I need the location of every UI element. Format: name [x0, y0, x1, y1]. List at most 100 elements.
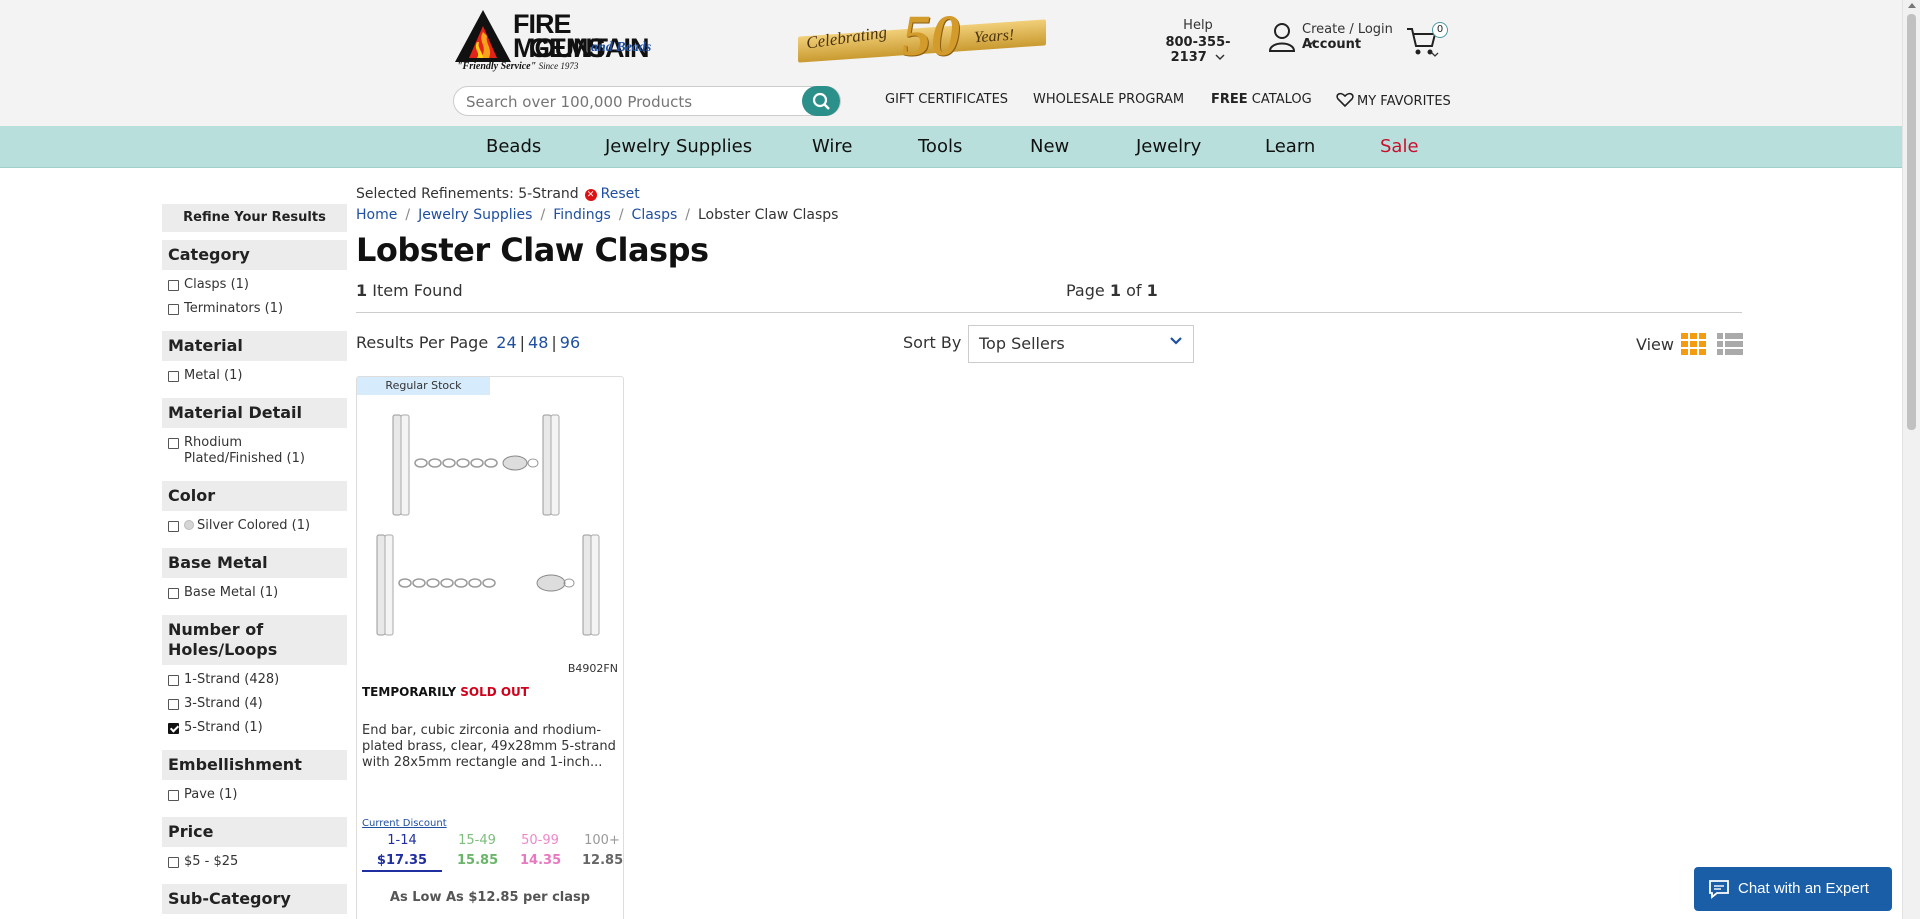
facet-option-5-strand[interactable]: 5-Strand (1) — [168, 720, 341, 736]
breadcrumb-findings[interactable]: Findings — [553, 207, 611, 223]
nav-sale[interactable]: Sale — [1380, 136, 1419, 157]
selected-refinements-label: Selected Refinements: — [356, 186, 514, 202]
checkbox[interactable] — [168, 699, 179, 710]
cart-count-badge: 0 — [1432, 22, 1448, 38]
results-main: Selected Refinements: 5-Strand ✕ Reset Hom… — [356, 186, 1743, 375]
nav-jewelry-supplies[interactable]: Jewelry Supplies — [605, 136, 752, 157]
breadcrumb-home[interactable]: Home — [356, 207, 397, 223]
checkbox[interactable] — [168, 521, 179, 532]
facet-title-material[interactable]: Material — [162, 331, 347, 361]
checkbox[interactable] — [168, 790, 179, 801]
facet-title-base-metal[interactable]: Base Metal — [162, 548, 347, 578]
checkbox[interactable] — [168, 280, 179, 291]
facet-option-silver[interactable]: Silver Colored (1) — [168, 518, 341, 534]
checkbox[interactable] — [168, 371, 179, 382]
results-summary: 1 Item Found Page 1 of 1 — [356, 279, 1742, 313]
cart-button[interactable]: 0 — [1406, 22, 1454, 57]
breadcrumb-separator: / — [540, 207, 546, 223]
list-view-icon[interactable] — [1717, 333, 1743, 355]
heart-icon — [1336, 92, 1354, 108]
checkbox[interactable] — [168, 857, 179, 868]
product-card[interactable]: Regular Stock B4902FN TEMPORARILY SOLD O… — [356, 376, 624, 919]
chat-label: Chat with an Expert — [1738, 880, 1869, 897]
facet-title-price[interactable]: Price — [162, 817, 347, 847]
facet-option-label: 5-Strand (1) — [184, 720, 263, 735]
facet-option-metal[interactable]: Metal (1) — [168, 368, 341, 384]
gift-certificates-link[interactable]: GIFT CERTIFICATES — [885, 92, 1008, 107]
facet-title-category[interactable]: Category — [162, 240, 347, 270]
availability-prefix: TEMPORARILY — [362, 685, 457, 699]
facet-option-3-strand[interactable]: 3-Strand (4) — [168, 696, 341, 712]
facet-option-label: $5 - $25 — [184, 854, 239, 869]
nav-beads[interactable]: Beads — [486, 136, 541, 157]
color-swatch — [184, 520, 194, 530]
account-menu[interactable]: Create / Login Account — [1268, 20, 1393, 58]
scrollbar-thumb[interactable] — [1907, 14, 1916, 430]
chat-icon — [1709, 880, 1729, 899]
product-sku: B4902FN — [567, 662, 618, 675]
chevron-down-icon — [1170, 337, 1182, 345]
facet-title-embellishment[interactable]: Embellishment — [162, 750, 347, 780]
facet-option-label: Rhodium Plated/Finished (1) — [184, 435, 305, 466]
facet-title-color[interactable]: Color — [162, 481, 347, 511]
breadcrumb-clasps[interactable]: Clasps — [632, 207, 678, 223]
page-title: Lobster Claw Clasps — [356, 231, 709, 269]
tier-qty-3: 50-99 — [521, 833, 559, 848]
checkbox[interactable] — [168, 438, 179, 449]
checkbox[interactable] — [168, 675, 179, 686]
checkbox[interactable] — [168, 588, 179, 599]
my-favorites-link[interactable]: MY FAVORITES — [1336, 92, 1451, 109]
product-description[interactable]: End bar, cubic zirconia and rhodium-plat… — [362, 723, 620, 771]
site-logo[interactable]: FIRE MOUNTAIN GEMS and Beads "Friendly S… — [453, 6, 683, 72]
rpp-option-24[interactable]: 24 — [496, 333, 516, 352]
facet-title-material-detail[interactable]: Material Detail — [162, 398, 347, 428]
help-menu[interactable]: Help 800-355-2137 — [1148, 18, 1248, 65]
facet-title-sub-category[interactable]: Sub-Category — [162, 884, 347, 914]
chevron-down-icon — [1306, 39, 1316, 46]
stock-badge: Regular Stock — [357, 377, 490, 395]
search-input[interactable] — [466, 91, 786, 113]
facet-option-pave[interactable]: Pave (1) — [168, 787, 341, 803]
chat-with-expert-button[interactable]: Chat with an Expert — [1694, 867, 1892, 911]
nav-new[interactable]: New — [1030, 136, 1069, 157]
facet-option-terminators[interactable]: Terminators (1) — [168, 301, 341, 317]
as-low-as-price: As Low As $12.85 per clasp — [389, 890, 591, 905]
product-image[interactable] — [373, 405, 613, 645]
facet-option-clasps[interactable]: Clasps (1) — [168, 277, 341, 293]
rpp-option-48[interactable]: 48 — [528, 333, 548, 352]
results-controls: Results Per Page 24 | 48 | 96 Sort By Top Se… — [356, 325, 1743, 375]
sort-by-label: Sort By — [903, 333, 962, 352]
facet-option-base-metal[interactable]: Base Metal (1) — [168, 585, 341, 601]
rpp-option-96[interactable]: 96 — [560, 333, 580, 352]
grid-view-icon[interactable] — [1681, 333, 1707, 355]
facet-option-rhodium[interactable]: Rhodium Plated/Finished (1) — [168, 435, 341, 467]
nav-jewelry[interactable]: Jewelry — [1136, 136, 1201, 157]
facet-title-holes-loops[interactable]: Number of Holes/Loops — [162, 615, 347, 665]
facet-option-price-5-25[interactable]: $5 - $25 — [168, 854, 341, 870]
nav-learn[interactable]: Learn — [1265, 136, 1315, 157]
selected-refinement-value: 5-Strand — [518, 186, 579, 202]
free-label: FREE — [1211, 92, 1248, 107]
nav-tools[interactable]: Tools — [918, 136, 962, 157]
catalog-label: CATALOG — [1251, 92, 1312, 107]
current-discount-link[interactable]: Current Discount — [362, 818, 447, 829]
sort-select[interactable]: Top Sellers — [968, 325, 1194, 363]
wholesale-program-link[interactable]: WHOLESALE PROGRAM — [1033, 92, 1184, 107]
checkbox-checked[interactable] — [168, 723, 179, 734]
user-icon — [1268, 23, 1296, 52]
facet-option-1-strand[interactable]: 1-Strand (428) — [168, 672, 341, 688]
tagline-text: "Friendly Service" — [457, 61, 537, 72]
refine-sidebar: Refine Your Results Category Clasps (1) … — [162, 204, 347, 914]
remove-refinement-icon[interactable]: ✕ — [584, 189, 597, 201]
checkbox[interactable] — [168, 304, 179, 315]
page-indicator: Page 1 of 1 — [1066, 281, 1158, 300]
nav-wire[interactable]: Wire — [812, 136, 852, 157]
page-scrollbar[interactable] — [1902, 0, 1920, 919]
breadcrumb-jewelry-supplies[interactable]: Jewelry Supplies — [418, 207, 532, 223]
scroll-up-arrow-icon[interactable] — [1908, 3, 1916, 8]
reset-link[interactable]: Reset — [601, 186, 640, 202]
search-button[interactable] — [802, 86, 840, 116]
facet-options-material: Metal (1) — [162, 361, 347, 398]
facet-options-holes-loops: 1-Strand (428) 3-Strand (4) 5-Strand (1) — [162, 665, 347, 750]
free-catalog-link[interactable]: FREE CATALOG — [1211, 92, 1312, 107]
